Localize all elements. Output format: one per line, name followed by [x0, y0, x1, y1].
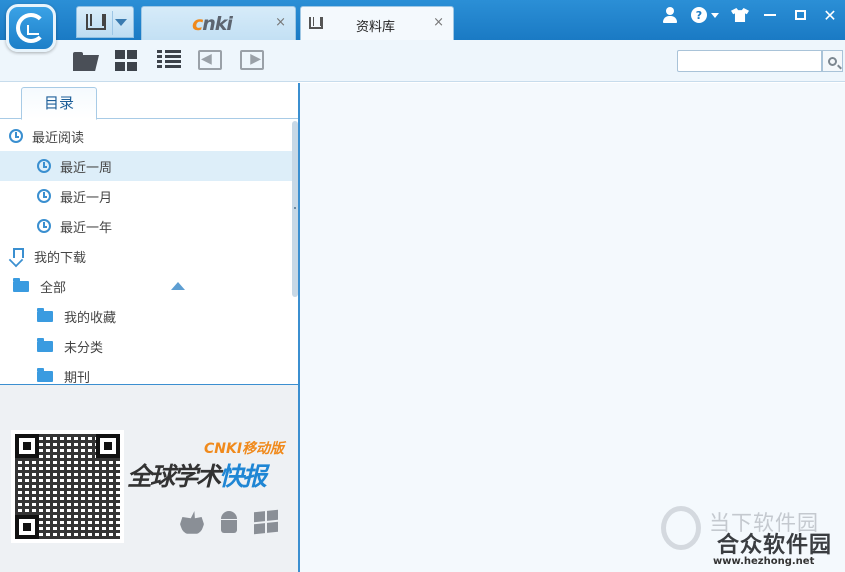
tree-item-all[interactable]: 全部 — [0, 271, 293, 301]
close-tab-icon[interactable]: × — [275, 15, 286, 30]
collapse-icon[interactable] — [171, 282, 185, 290]
watermark-logo-icon — [661, 506, 701, 550]
download-icon — [9, 248, 25, 264]
windows-icon[interactable] — [254, 509, 278, 535]
app-logo[interactable] — [6, 4, 56, 52]
promo-title: 全球学术快报 — [127, 457, 267, 493]
watermark-url: www.hezhong.net — [713, 556, 815, 567]
tab-library-label: 资料库 — [356, 20, 396, 35]
tree-item-label: 期刊 — [64, 370, 91, 384]
forward-icon[interactable] — [240, 50, 264, 70]
folder-icon — [37, 367, 53, 382]
cnki-logo: cnki — [192, 13, 233, 35]
tree-item-label: 未分类 — [64, 340, 104, 356]
splitter-handle[interactable] — [294, 207, 296, 209]
logo-chart-icon — [27, 25, 39, 35]
grid-view-icon[interactable] — [115, 50, 137, 72]
clock-icon — [37, 159, 51, 173]
promo-title-highlight: 快报 — [219, 462, 267, 491]
tree-item-last-month[interactable]: 最近一月 — [0, 181, 293, 211]
tree-item-favorites[interactable]: 我的收藏 — [0, 301, 293, 331]
toolbar — [0, 40, 845, 82]
tree-item-label: 最近一年 — [60, 220, 113, 236]
clock-icon — [9, 129, 23, 143]
logo-ring-icon — [16, 13, 46, 43]
tree-item-label: 我的下载 — [34, 250, 87, 266]
folder-icon — [37, 307, 53, 322]
open-folder-icon[interactable] — [73, 50, 99, 72]
skin-button[interactable] — [725, 0, 755, 30]
maximize-icon — [794, 10, 806, 20]
minimize-icon — [764, 14, 776, 16]
catalog-tree: 最近阅读 最近一周 最近一月 最近一年 我的下载 全部 我的收藏 未分类 期刊 — [0, 119, 298, 383]
tab-catalog[interactable]: 目录 — [21, 87, 97, 120]
maximize-button[interactable] — [785, 0, 815, 30]
chevron-down-icon — [115, 18, 127, 26]
help-button[interactable]: ? — [685, 0, 725, 30]
tree-item-last-week[interactable]: 最近一周 — [0, 151, 293, 181]
tree-item-label: 全部 — [40, 280, 67, 296]
folder-icon — [13, 277, 29, 292]
watermark-text: 合众软件园 — [717, 533, 833, 558]
sidebar-tabs: 目录 — [0, 83, 298, 120]
tree-item-recent[interactable]: 最近阅读 — [0, 121, 293, 151]
list-view-icon[interactable] — [157, 50, 181, 72]
clock-icon — [37, 219, 51, 233]
tree-item-label: 最近一周 — [60, 160, 113, 176]
sidebar-scrollbar[interactable] — [292, 121, 298, 297]
chevron-down-icon — [711, 12, 719, 18]
tree-item-downloads[interactable]: 我的下载 — [0, 241, 293, 271]
promo-brand-suffix: 移动版 — [242, 441, 285, 457]
close-window-button[interactable]: ✕ — [815, 0, 845, 30]
cnki-logo-c: c — [192, 13, 203, 35]
search-icon — [828, 56, 837, 66]
tree-item-label: 我的收藏 — [64, 310, 117, 326]
platform-icons — [180, 509, 278, 535]
user-button[interactable] — [655, 0, 685, 30]
promo-brand-cnki: CNKI — [204, 441, 243, 457]
sidebar: 目录 最近阅读 最近一周 最近一月 最近一年 我的下载 全部 我的收藏 未分类 … — [0, 83, 300, 572]
help-icon: ? — [691, 7, 707, 23]
cnki-logo-text: nki — [202, 13, 233, 35]
library-content-area[interactable] — [300, 83, 845, 572]
divider — [112, 11, 113, 35]
tree-item-journals[interactable]: 期刊 — [0, 361, 293, 383]
tree-item-label: 最近阅读 — [32, 130, 85, 146]
library-menu-button[interactable] — [76, 6, 134, 38]
tree-item-last-year[interactable]: 最近一年 — [0, 211, 293, 241]
shirt-icon — [731, 8, 749, 22]
tree-item-uncategorized[interactable]: 未分类 — [0, 331, 293, 361]
clock-icon — [37, 189, 51, 203]
window-controls: ? ✕ — [655, 0, 845, 30]
tab-cnki[interactable]: cnki × — [141, 6, 296, 40]
search-button[interactable] — [822, 50, 843, 72]
minimize-button[interactable] — [755, 0, 785, 30]
folder-icon — [37, 337, 53, 352]
android-icon[interactable] — [218, 511, 240, 535]
promo-brand: CNKI移动版 — [204, 438, 284, 458]
close-tab-icon[interactable]: × — [433, 15, 444, 30]
qr-code — [11, 430, 124, 543]
search-input[interactable] — [677, 50, 822, 72]
library-icon — [86, 14, 106, 30]
tree-item-label: 最近一月 — [60, 190, 113, 206]
mobile-promo-panel: CNKI移动版 全球学术快报 — [0, 384, 298, 572]
user-icon — [663, 7, 677, 23]
apple-icon[interactable] — [180, 511, 204, 534]
tab-library[interactable]: 资料库 × — [300, 6, 454, 40]
promo-title-main: 全球学术 — [127, 462, 221, 491]
back-icon[interactable] — [198, 50, 222, 70]
library-icon — [309, 17, 323, 29]
